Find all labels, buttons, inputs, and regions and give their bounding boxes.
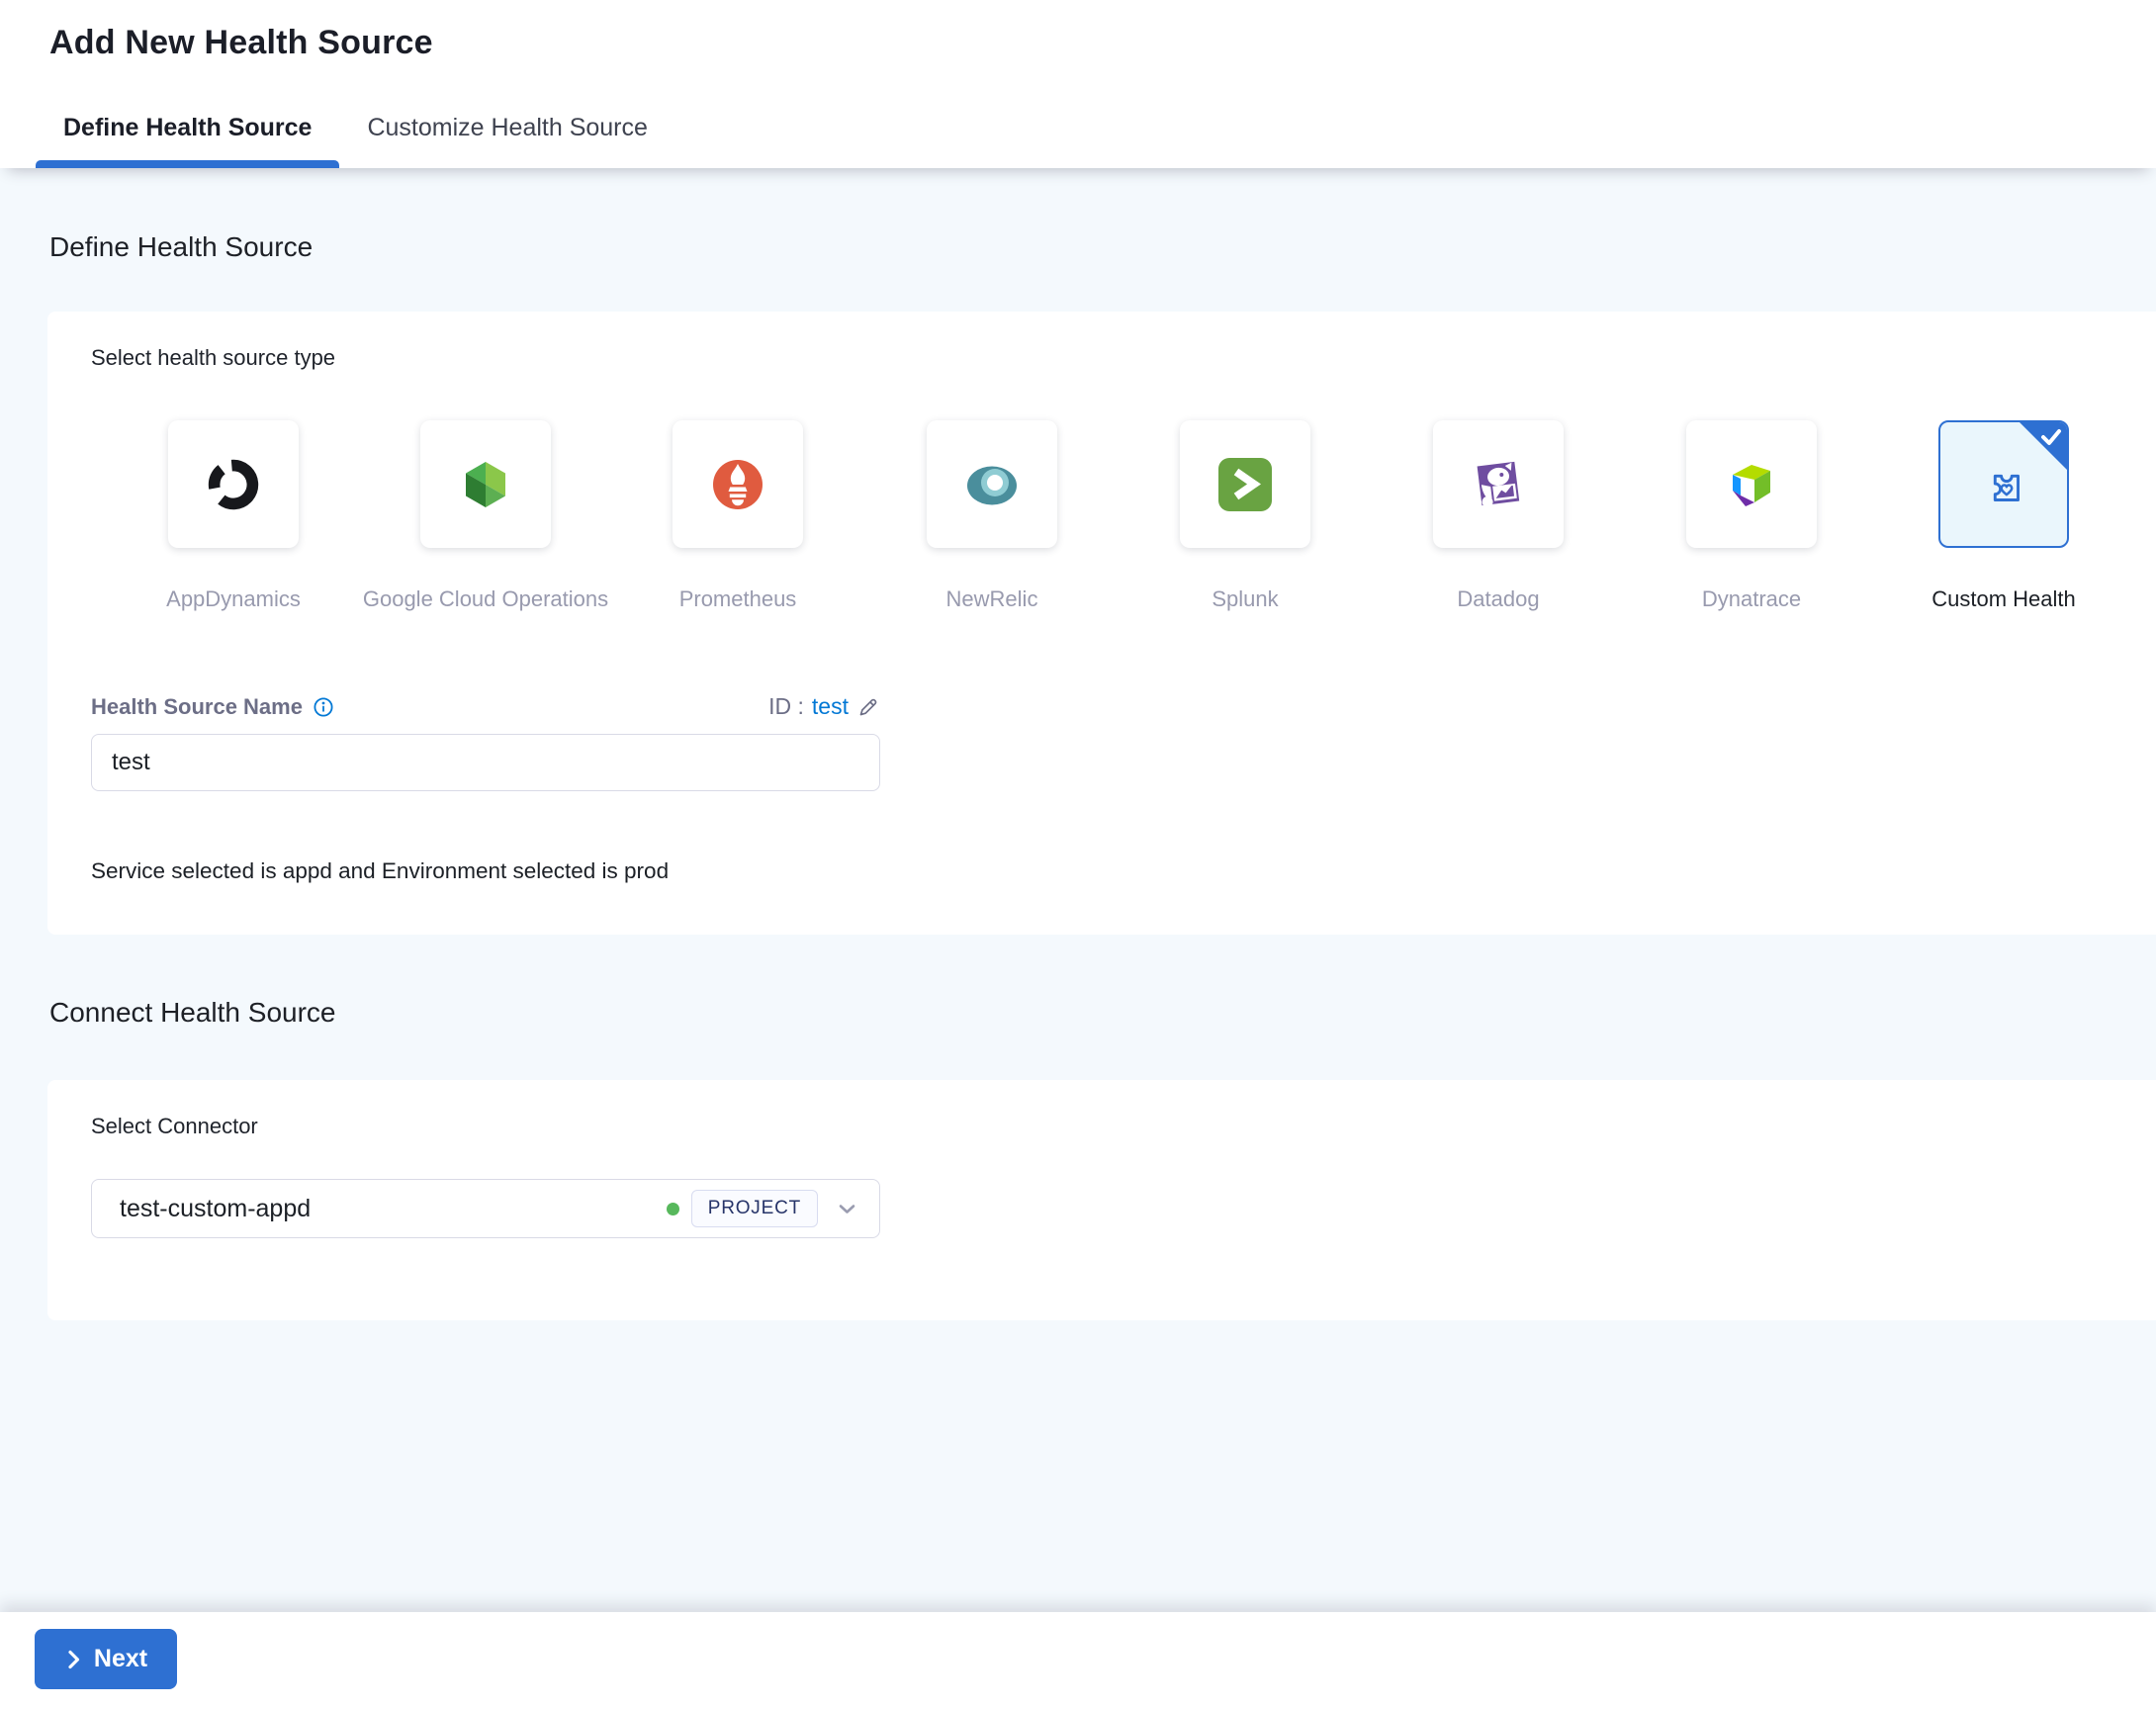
connector-select[interactable]: test-custom-appd PROJECT (91, 1179, 880, 1238)
source-label-datadog: Datadog (1457, 586, 1540, 611)
source-label-dynatrace: Dynatrace (1701, 586, 1802, 611)
connector-scope-badge: PROJECT (690, 1190, 818, 1227)
health-source-name-label-wrap: Health Source Name (91, 694, 334, 720)
tab-bar: Define Health Source Customize Health So… (0, 87, 2156, 168)
select-type-label: Select health source type (91, 345, 336, 370)
connect-section-heading: Connect Health Source (49, 997, 336, 1028)
tab-define-health-source[interactable]: Define Health Source (36, 87, 340, 168)
health-source-card-newrelic[interactable] (927, 420, 1057, 548)
prometheus-icon (713, 459, 763, 509)
datadog-icon (1477, 461, 1520, 507)
source-label-appdynamics: AppDynamics (166, 586, 301, 611)
connector-name: test-custom-appd (120, 1194, 312, 1222)
tab-customize-health-source[interactable]: Customize Health Source (339, 87, 674, 168)
service-environment-note: Service selected is appd and Environment… (91, 858, 670, 883)
health-source-card-google-cloud-operations[interactable] (420, 420, 551, 548)
tab-customize-label: Customize Health Source (367, 113, 648, 141)
tab-define-label: Define Health Source (63, 113, 313, 141)
page-title: Add New Health Source (49, 24, 433, 61)
appdynamics-icon (208, 459, 259, 509)
id-prefix: ID : (768, 693, 804, 719)
source-label-splunk: Splunk (1212, 586, 1279, 611)
newrelic-icon (967, 466, 1017, 504)
info-icon[interactable] (313, 696, 334, 718)
health-source-name-row: Health Source Name ID : test (91, 693, 880, 720)
id-value: test (811, 693, 849, 719)
health-source-name-label: Health Source Name (91, 693, 303, 719)
define-section-heading: Define Health Source (49, 231, 314, 262)
source-label-newrelic: NewRelic (945, 586, 1038, 611)
source-label-prometheus: Prometheus (678, 586, 797, 611)
active-tab-underline (36, 160, 340, 168)
edit-pencil-icon[interactable] (856, 695, 880, 719)
source-label-google-cloud-operations: Google Cloud Operations (362, 586, 609, 611)
health-source-name-input[interactable] (91, 734, 880, 791)
splunk-icon (1218, 457, 1272, 511)
dynatrace-icon (1733, 464, 1770, 506)
connect-health-source-panel: Select Connector test-custom-appd PROJEC… (47, 1080, 2156, 1320)
next-button-label: Next (93, 1645, 148, 1672)
health-source-card-dynatrace[interactable] (1686, 420, 1817, 548)
source-label-custom-health: Custom Health (1931, 586, 2076, 611)
main-content: Define Health Source Select health sourc… (0, 168, 2156, 1612)
page-header: Add New Health Source (0, 0, 2156, 87)
chevron-down-icon[interactable] (832, 1194, 861, 1223)
health-source-card-appdynamics[interactable] (168, 420, 299, 548)
health-source-card-splunk[interactable] (1180, 420, 1310, 548)
google-cloud-operations-icon (466, 461, 505, 507)
define-health-source-panel: Select health source type AppDynamics Go… (47, 312, 2156, 935)
health-source-id-wrap: ID : test (768, 693, 880, 720)
add-health-source-page: Add New Health Source Define Health Sour… (0, 0, 2156, 1709)
selected-check-icon (2041, 429, 2061, 445)
health-source-card-datadog[interactable] (1433, 420, 1564, 548)
connector-status-dot (666, 1202, 679, 1215)
chevron-right-icon (68, 1650, 80, 1668)
health-source-card-custom-health[interactable] (1938, 420, 2069, 548)
next-button[interactable]: Next (35, 1629, 177, 1689)
footer-bar: Next (0, 1612, 2156, 1709)
health-source-card-prometheus[interactable] (673, 420, 803, 548)
select-connector-label: Select Connector (91, 1114, 258, 1138)
